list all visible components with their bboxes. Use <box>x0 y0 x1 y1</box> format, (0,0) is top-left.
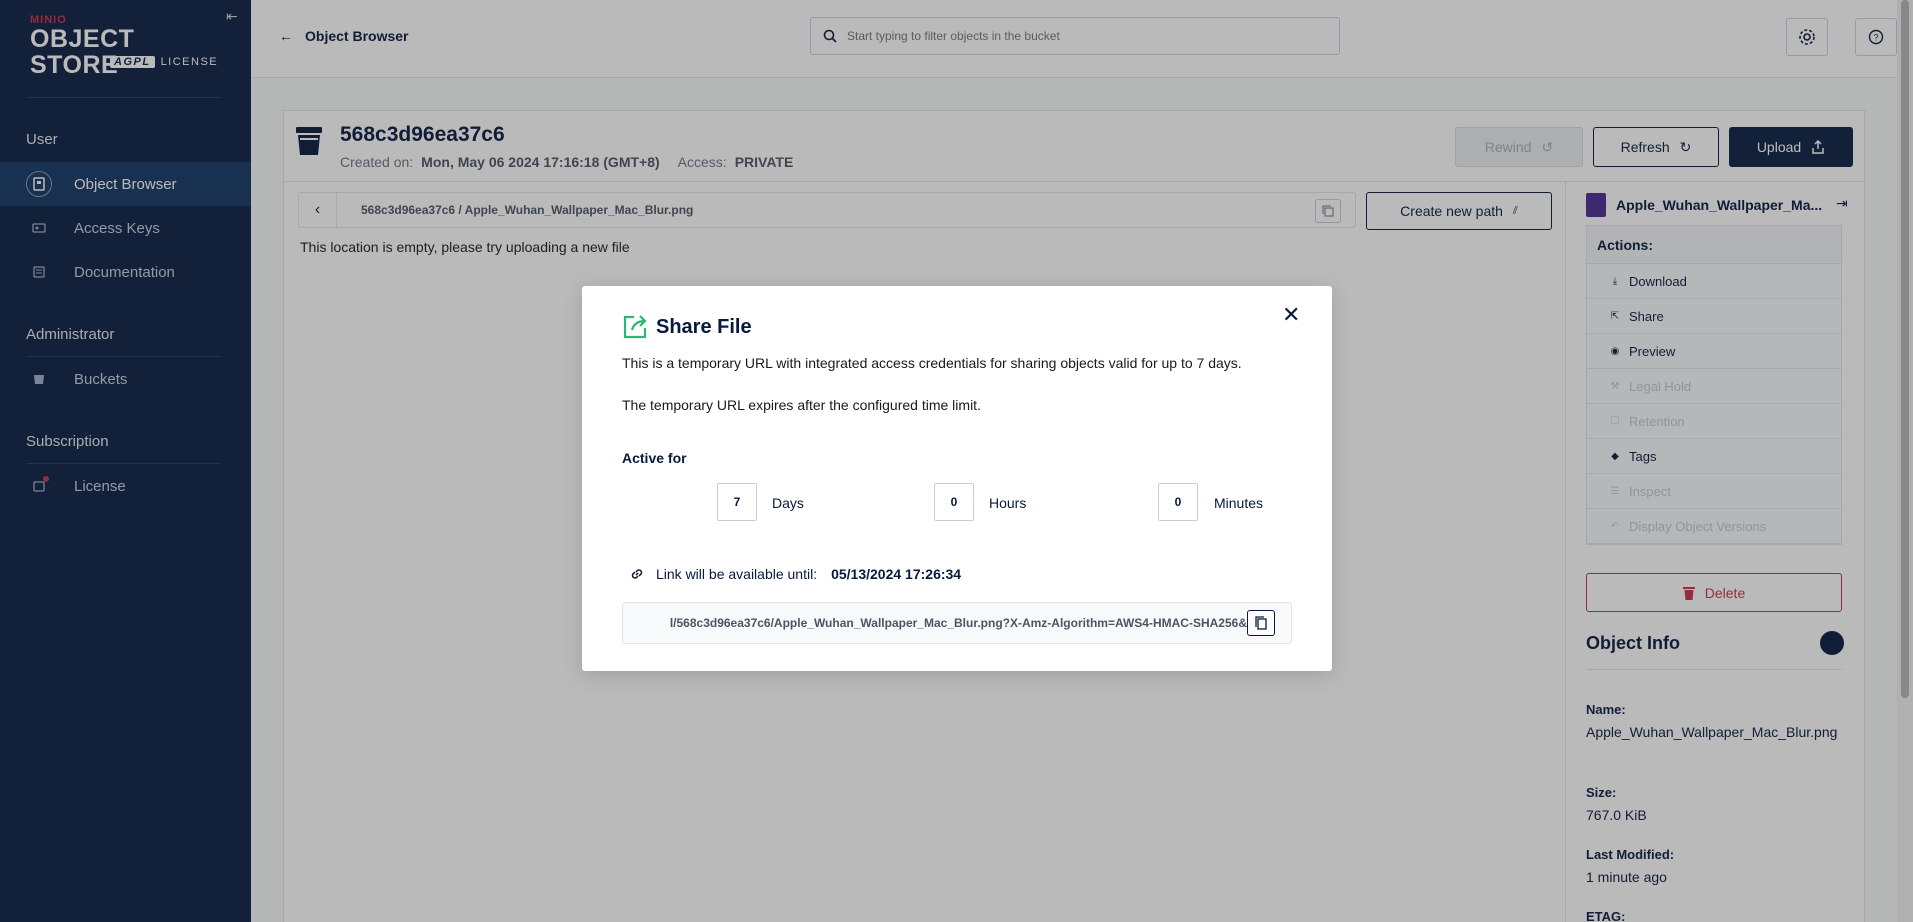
active-for-label: Active for <box>622 450 687 466</box>
share-url-text[interactable]: l/568c3d96ea37c6/Apple_Wuhan_Wallpaper_M… <box>670 616 1247 630</box>
available-value: 05/13/2024 17:26:34 <box>831 566 962 582</box>
modal-expiry-note: The temporary URL expires after the conf… <box>622 397 981 413</box>
share-file-modal: ✕ Share File This is a temporary URL wit… <box>582 286 1332 671</box>
days-input[interactable]: 7 <box>717 483 757 521</box>
close-icon[interactable]: ✕ <box>1282 304 1300 326</box>
availability-row: Link will be available until: 05/13/2024… <box>630 566 961 582</box>
link-icon <box>631 569 643 579</box>
modal-title: Share File <box>622 314 752 340</box>
minutes-input[interactable]: 0 <box>1158 483 1198 521</box>
copy-url-button[interactable] <box>1247 610 1275 636</box>
hours-input[interactable]: 0 <box>934 483 974 521</box>
modal-description: This is a temporary URL with integrated … <box>622 355 1242 371</box>
minutes-label: Minutes <box>1214 495 1264 511</box>
days-label: Days <box>772 495 804 511</box>
share-url-field[interactable]: l/568c3d96ea37c6/Apple_Wuhan_Wallpaper_M… <box>622 602 1292 644</box>
share-icon <box>623 315 647 339</box>
modal-title-text: Share File <box>656 315 752 338</box>
copy-icon <box>1254 616 1267 630</box>
available-label: Link will be available until: <box>656 566 818 582</box>
hours-label: Hours <box>989 495 1027 511</box>
